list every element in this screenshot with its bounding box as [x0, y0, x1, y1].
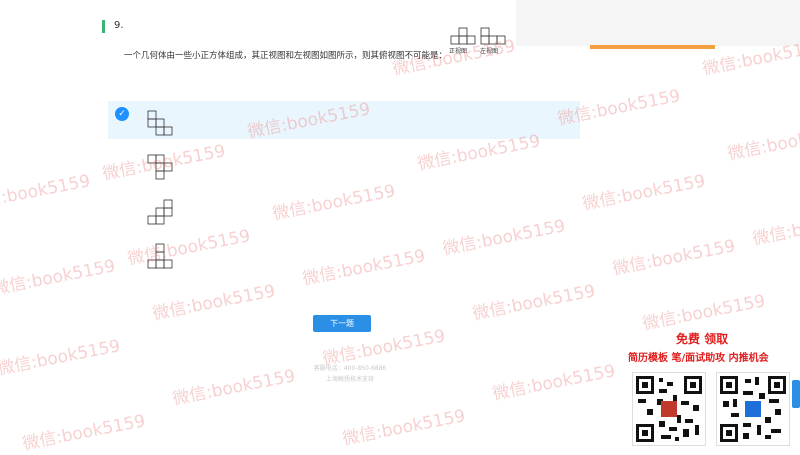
option-c-shape[interactable]	[147, 199, 177, 225]
promo-subtitle: 简历模板 笔/面试助攻 内推机会	[628, 353, 769, 364]
next-question-button[interactable]: 下一题	[313, 315, 371, 332]
watermark: 微信:book5159	[470, 281, 597, 325]
qr-code-right-svg	[720, 376, 786, 442]
watermark: 微信:book5159	[725, 121, 800, 165]
watermark: 微信:book5159	[0, 256, 117, 300]
check-icon: ✓	[115, 107, 129, 121]
side-scroll-handle[interactable]	[792, 380, 800, 408]
qr-code-right[interactable]	[716, 372, 790, 446]
left-view-label: 左视图	[480, 48, 499, 55]
watermark: 微信:book5159	[340, 406, 467, 450]
option-a[interactable]	[108, 101, 580, 139]
watermark: 微信:book5159	[20, 411, 147, 455]
option-d[interactable]	[108, 237, 580, 275]
watermark: 微信:book5159	[640, 291, 767, 335]
promo-title: 免费 领取	[676, 332, 729, 346]
option-d-shape[interactable]	[147, 243, 177, 271]
qr-code-left-svg	[636, 376, 702, 442]
watermark: 微信:book5159	[150, 281, 277, 325]
question-number: 9.	[114, 20, 124, 31]
views-svg	[450, 27, 506, 45]
watermark: 微信:book5159	[610, 236, 737, 280]
front-view-label: 正视图	[449, 48, 468, 55]
watermark: 微信:book5159	[580, 171, 707, 215]
option-b-shape[interactable]	[147, 154, 177, 180]
option-c[interactable]	[108, 192, 580, 230]
footer-support: 上海鲸扬技术支持	[325, 376, 374, 383]
top-right-panel	[516, 0, 800, 46]
watermark: 微信:book5159	[750, 206, 800, 250]
watermark: 微信:book5159	[0, 171, 92, 215]
watermark: 微信:book5159	[490, 361, 617, 405]
question-text: 一个几何体由一些小正方体组成，其正视图和左视图如图所示，则其俯视图不可能是：	[124, 51, 448, 61]
question-marker	[102, 20, 105, 33]
question-views-figure: 正视图 左视图	[449, 26, 511, 58]
timer-progress-bar	[590, 45, 715, 49]
option-b[interactable]	[108, 146, 580, 184]
qr-code-left[interactable]	[632, 372, 706, 446]
option-a-shape[interactable]	[147, 110, 177, 136]
watermark: 微信:book5159	[170, 366, 297, 410]
footer-hotline: 客服电话：400-850-6886	[313, 365, 387, 372]
watermark: 微信:book5159	[0, 336, 122, 380]
